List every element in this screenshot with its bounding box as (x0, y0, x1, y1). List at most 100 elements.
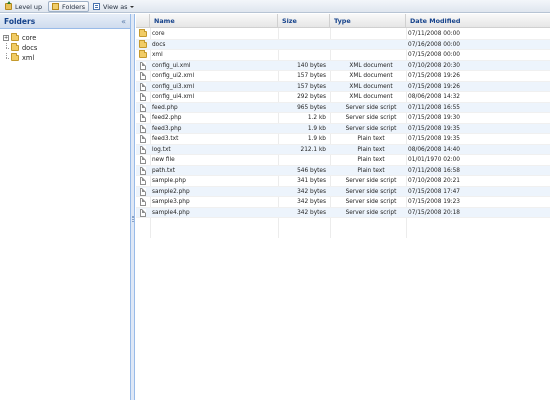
table-row[interactable]: path.txt 546 bytes Plain text 07/11/2008 16… (136, 165, 550, 177)
header-date-modified[interactable]: Date Modified (406, 14, 550, 28)
cell-size: 342 bytes (297, 188, 326, 195)
level-up-button[interactable]: Level up (2, 1, 45, 12)
cell-size (278, 40, 326, 51)
collapse-panel-button[interactable]: « (121, 17, 126, 26)
table-row[interactable]: feed3.php 1.9 kb Server side script 07/15/2… (136, 123, 550, 134)
chevron-down-icon (130, 5, 135, 8)
cell-date-modified: 01/01/1970 02:00 (408, 157, 460, 164)
tree-node-docs[interactable]: docs (3, 43, 37, 53)
table-row[interactable]: config_ui3.xml 157 bytes XML document 07/15… (136, 81, 550, 93)
cell-type: Plain text (357, 146, 385, 153)
table-row[interactable]: sample.php 341 bytes Server side script 07/… (136, 176, 550, 187)
table-row[interactable]: config_ui2.xml 157 bytes XML document 07/15… (136, 71, 550, 82)
table-row[interactable]: config_ui4.xml 292 bytes XML document 08/06… (136, 92, 550, 103)
tree-node-label: docs (22, 44, 38, 52)
tree-node-xml[interactable]: xml (3, 53, 37, 63)
row-icon-cell (139, 82, 149, 93)
table-row[interactable]: sample3.php 342 bytes Server side script 07… (136, 197, 550, 208)
folder-icon (139, 39, 147, 48)
folders-panel: Folders « + core docs xml (0, 14, 131, 400)
cell-size: 341 bytes (297, 178, 326, 185)
tree-node-label: core (22, 34, 37, 42)
cell-date-modified: 07/15/2008 19:26 (408, 73, 460, 80)
header-type[interactable]: Type (330, 14, 406, 28)
folder-icon (11, 53, 19, 61)
table-row[interactable]: config_ui.xml 140 bytes XML document 07/10/… (136, 60, 550, 72)
cell-size: 212.1 kb (300, 146, 326, 153)
cell-date-modified: 07/10/2008 20:21 (408, 178, 460, 185)
cell-size: 342 bytes (297, 199, 326, 206)
cell-size: 965 bytes (297, 104, 326, 111)
cell-type: XML document (349, 62, 393, 69)
cell-size: 1.9 kb (307, 125, 326, 132)
row-icon-cell (139, 145, 149, 156)
table-row[interactable]: sample4.php 342 bytes Server side script 07… (136, 207, 550, 218)
cell-date-modified: 07/15/2008 20:18 (408, 209, 460, 216)
expand-icon[interactable]: + (3, 35, 9, 41)
cell-name: log.txt (152, 146, 171, 153)
view-as-button[interactable]: View as (90, 1, 137, 12)
cell-name: config_ui.xml (152, 62, 191, 69)
cell-size: 1.9 kb (307, 136, 326, 143)
table-row[interactable]: xml 07/15/2008 00:00 (136, 50, 550, 61)
table-row[interactable]: feed3.txt 1.9 kb Plain text 07/15/2008 19:3… (136, 134, 550, 145)
panel-splitter[interactable] (131, 14, 135, 400)
cell-size: 546 bytes (297, 167, 326, 174)
folders-button[interactable]: Folders (48, 1, 90, 12)
view-list-icon (93, 3, 100, 10)
table-row[interactable]: core 07/11/2008 00:00 (136, 29, 550, 40)
folder-tree: + core docs xml (3, 33, 37, 63)
cell-date-modified: 07/15/2008 19:26 (408, 83, 460, 90)
cell-size: 157 bytes (297, 73, 326, 80)
table-row[interactable]: docs 07/16/2008 00:00 (136, 39, 550, 51)
cell-date-modified: 07/15/2008 19:30 (408, 115, 460, 122)
table-row[interactable]: sample2.php 342 bytes Server side script 07… (136, 186, 550, 198)
file-icon (140, 61, 146, 70)
cell-type: Plain text (357, 157, 385, 164)
cell-type (330, 29, 412, 40)
cell-type (330, 50, 412, 61)
row-icon-cell (139, 103, 149, 114)
file-icon (140, 114, 146, 123)
cell-date-modified: 07/15/2008 00:00 (408, 52, 460, 59)
cell-date-modified: 07/11/2008 16:58 (408, 167, 460, 174)
folder-icon (11, 33, 19, 41)
cell-type: Plain text (357, 136, 385, 143)
cell-type: XML document (349, 83, 393, 90)
table-row[interactable]: feed.php 965 bytes Server side script 07/11… (136, 102, 550, 114)
folder-icon (139, 50, 147, 59)
folder-icon (11, 43, 19, 51)
header-size[interactable]: Size (278, 14, 330, 28)
cell-name: feed.php (152, 104, 178, 111)
row-icon-cell (139, 155, 149, 166)
folders-label: Folders (62, 2, 86, 11)
view-as-label: View as (103, 2, 128, 11)
cell-name: feed3.php (152, 125, 182, 132)
cell-type: Server side script (345, 104, 397, 111)
cell-type: XML document (349, 94, 393, 101)
cell-date-modified: 07/11/2008 16:55 (408, 104, 460, 111)
tree-node-core[interactable]: + core (3, 33, 37, 43)
cell-type: Server side script (345, 178, 397, 185)
table-row[interactable]: log.txt 212.1 kb Plain text 08/06/2008 14:4… (136, 144, 550, 156)
header-name[interactable]: Name (150, 14, 278, 28)
folder-icon (52, 3, 59, 10)
cell-name: config_ui2.xml (152, 73, 195, 80)
grid-body: core 07/11/2008 00:00 docs 07/16/2008 00:00… (136, 29, 550, 218)
cell-name: sample.php (152, 178, 186, 185)
row-icon-cell (139, 187, 149, 198)
file-icon (140, 177, 146, 186)
cell-name: config_ui4.xml (152, 94, 195, 101)
cell-type: XML document (349, 73, 393, 80)
table-row[interactable]: new file Plain text 01/01/1970 02:00 (136, 155, 550, 166)
row-icon-cell (139, 50, 149, 61)
file-icon (140, 93, 146, 102)
row-icon-cell (139, 166, 149, 177)
splitter-grip-icon[interactable] (132, 216, 134, 222)
cell-type (330, 40, 412, 51)
table-row[interactable]: feed2.php 1.2 kb Server side script 07/15/2… (136, 113, 550, 124)
row-icon-cell (139, 61, 149, 72)
file-icon (140, 72, 146, 81)
cell-name: docs (152, 41, 166, 48)
tree-guide-line (3, 53, 9, 63)
